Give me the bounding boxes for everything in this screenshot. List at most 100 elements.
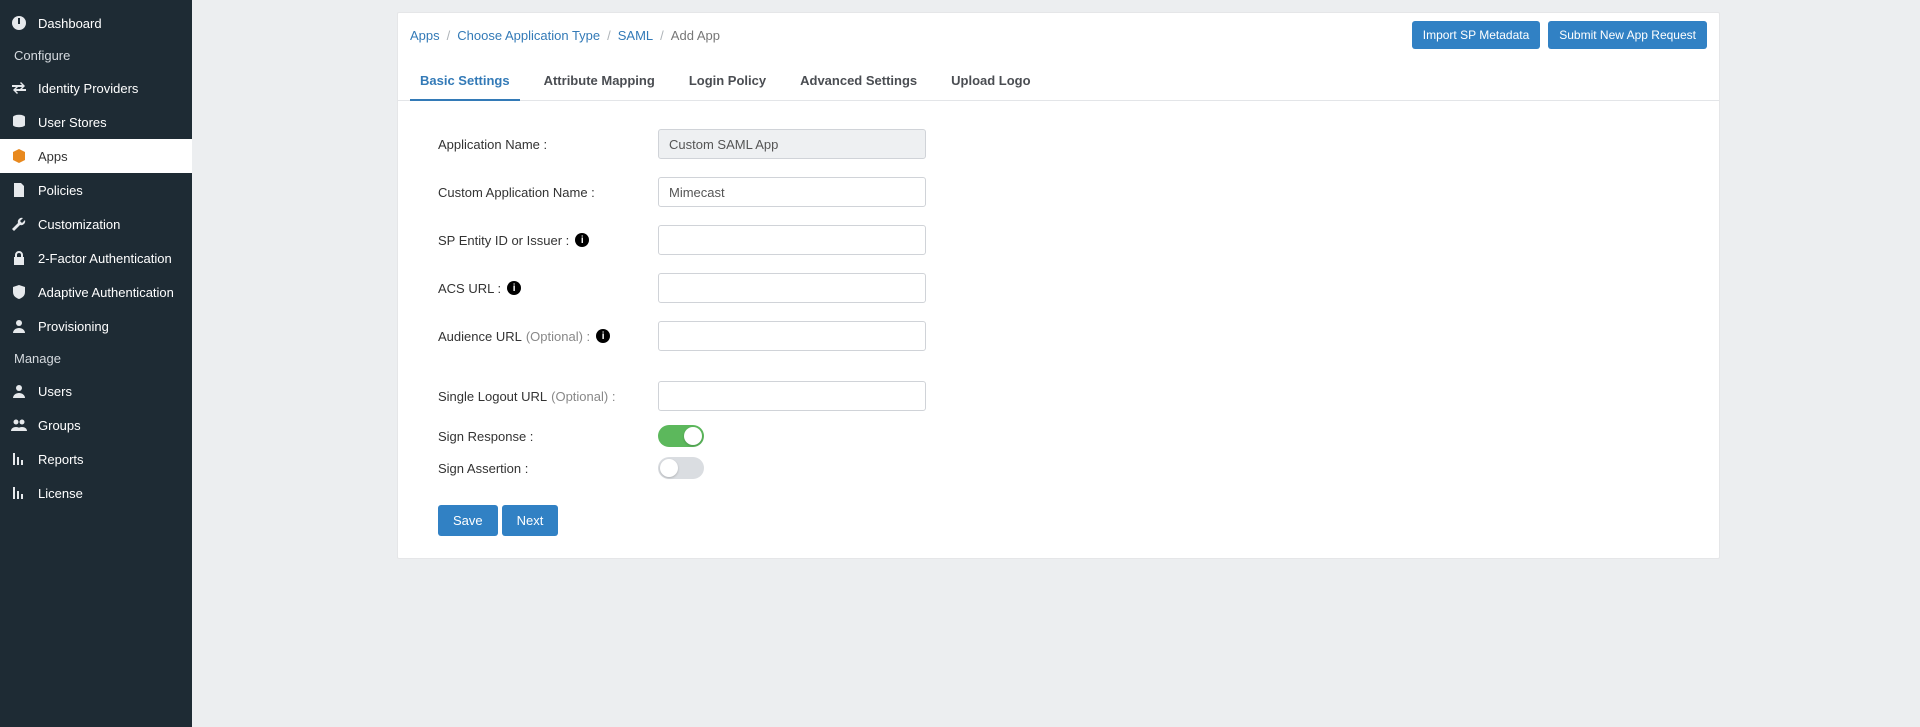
acs-url-input[interactable]	[658, 273, 926, 303]
tab-attribute-mapping[interactable]: Attribute Mapping	[534, 59, 665, 100]
sidebar-item-groups[interactable]: Groups	[0, 408, 192, 442]
user-icon	[10, 317, 28, 335]
chart-icon	[10, 450, 28, 468]
tab-login-policy[interactable]: Login Policy	[679, 59, 776, 100]
sidebar-item-label: Policies	[38, 183, 83, 198]
main-content: Apps / Choose Application Type / SAML / …	[192, 0, 1920, 727]
sidebar-item-label: Customization	[38, 217, 120, 232]
optional-text: (Optional) :	[551, 389, 615, 404]
sidebar-item-label: Reports	[38, 452, 84, 467]
sidebar-item-label: User Stores	[38, 115, 107, 130]
breadcrumb-sep: /	[607, 28, 611, 43]
sidebar-item-user-stores[interactable]: User Stores	[0, 105, 192, 139]
sidebar-item-label: Groups	[38, 418, 81, 433]
file-icon	[10, 181, 28, 199]
sidebar-section-configure: Configure	[0, 40, 192, 71]
next-button[interactable]: Next	[502, 505, 559, 536]
tab-basic-settings[interactable]: Basic Settings	[410, 59, 520, 100]
sidebar-item-2fa[interactable]: 2-Factor Authentication	[0, 241, 192, 275]
sidebar-item-label: Adaptive Authentication	[38, 285, 174, 300]
sidebar-item-provisioning[interactable]: Provisioning	[0, 309, 192, 343]
database-icon	[10, 113, 28, 131]
breadcrumb-apps[interactable]: Apps	[410, 28, 440, 43]
audience-url-input[interactable]	[658, 321, 926, 351]
label-text: SP Entity ID or Issuer :	[438, 233, 569, 248]
label-sp-entity-id: SP Entity ID or Issuer : i	[438, 233, 658, 248]
application-name-input	[658, 129, 926, 159]
sidebar-item-label: Provisioning	[38, 319, 109, 334]
row-custom-application-name: Custom Application Name :	[438, 177, 1679, 207]
header-actions: Import SP Metadata Submit New App Reques…	[1412, 21, 1707, 49]
label-audience-url: Audience URL (Optional) : i	[438, 329, 658, 344]
label-acs-url: ACS URL : i	[438, 281, 658, 296]
label-text: Single Logout URL	[438, 389, 547, 404]
row-sign-response: Sign Response :	[438, 425, 1679, 447]
chart-icon	[10, 484, 28, 502]
row-acs-url: ACS URL : i	[438, 273, 1679, 303]
footer-actions: Save Next	[438, 505, 1679, 536]
card-header: Apps / Choose Application Type / SAML / …	[398, 13, 1719, 59]
sidebar-item-label: Identity Providers	[38, 81, 138, 96]
tabs: Basic Settings Attribute Mapping Login P…	[398, 59, 1719, 101]
single-logout-url-input[interactable]	[658, 381, 926, 411]
breadcrumb: Apps / Choose Application Type / SAML / …	[410, 28, 720, 43]
save-button[interactable]: Save	[438, 505, 498, 536]
sidebar-item-reports[interactable]: Reports	[0, 442, 192, 476]
optional-text: (Optional) :	[526, 329, 590, 344]
sidebar-item-customization[interactable]: Customization	[0, 207, 192, 241]
sidebar-item-label: 2-Factor Authentication	[38, 251, 172, 266]
sidebar-item-adaptive-auth[interactable]: Adaptive Authentication	[0, 275, 192, 309]
sidebar-item-users[interactable]: Users	[0, 374, 192, 408]
sidebar-item-label: Users	[38, 384, 72, 399]
submit-new-app-request-button[interactable]: Submit New App Request	[1548, 21, 1707, 49]
row-sp-entity-id: SP Entity ID or Issuer : i	[438, 225, 1679, 255]
dashboard-icon	[10, 14, 28, 32]
sidebar-item-label: Apps	[38, 149, 68, 164]
row-application-name: Application Name :	[438, 129, 1679, 159]
sidebar-item-policies[interactable]: Policies	[0, 173, 192, 207]
section-label-text: Manage	[14, 351, 61, 366]
sidebar-item-license[interactable]: License	[0, 476, 192, 510]
label-single-logout-url: Single Logout URL (Optional) :	[438, 389, 658, 404]
sp-entity-id-input[interactable]	[658, 225, 926, 255]
label-sign-assertion: Sign Assertion :	[438, 461, 658, 476]
app-card: Apps / Choose Application Type / SAML / …	[397, 12, 1720, 559]
sidebar-item-label: Dashboard	[38, 16, 102, 31]
sign-assertion-toggle[interactable]	[658, 457, 704, 479]
label-sign-response: Sign Response :	[438, 429, 658, 444]
breadcrumb-sep: /	[447, 28, 451, 43]
tab-upload-logo[interactable]: Upload Logo	[941, 59, 1040, 100]
shield-icon	[10, 283, 28, 301]
user-icon	[10, 382, 28, 400]
users-icon	[10, 416, 28, 434]
tab-advanced-settings[interactable]: Advanced Settings	[790, 59, 927, 100]
form-area: Application Name : Custom Application Na…	[398, 101, 1719, 558]
sidebar-item-apps[interactable]: Apps	[0, 139, 192, 173]
breadcrumb-saml[interactable]: SAML	[618, 28, 653, 43]
breadcrumb-choose-type[interactable]: Choose Application Type	[457, 28, 600, 43]
cube-icon	[10, 147, 28, 165]
sidebar-item-identity-providers[interactable]: Identity Providers	[0, 71, 192, 105]
breadcrumb-sep: /	[660, 28, 664, 43]
sidebar-section-manage: Manage	[0, 343, 192, 374]
row-sign-assertion: Sign Assertion :	[438, 457, 1679, 479]
custom-application-name-input[interactable]	[658, 177, 926, 207]
info-icon[interactable]: i	[575, 233, 589, 247]
info-icon[interactable]: i	[596, 329, 610, 343]
label-application-name: Application Name :	[438, 137, 658, 152]
exchange-icon	[10, 79, 28, 97]
sign-response-toggle[interactable]	[658, 425, 704, 447]
sidebar: Dashboard Configure Identity Providers U…	[0, 0, 192, 727]
label-text: ACS URL :	[438, 281, 501, 296]
lock-icon	[10, 249, 28, 267]
breadcrumb-current: Add App	[671, 28, 720, 43]
row-audience-url: Audience URL (Optional) : i	[438, 321, 1679, 351]
info-icon[interactable]: i	[507, 281, 521, 295]
label-custom-application-name: Custom Application Name :	[438, 185, 658, 200]
row-single-logout-url: Single Logout URL (Optional) :	[438, 381, 1679, 411]
wrench-icon	[10, 215, 28, 233]
import-sp-metadata-button[interactable]: Import SP Metadata	[1412, 21, 1541, 49]
section-label-text: Configure	[14, 48, 70, 63]
sidebar-item-dashboard[interactable]: Dashboard	[0, 6, 192, 40]
label-text: Audience URL	[438, 329, 522, 344]
